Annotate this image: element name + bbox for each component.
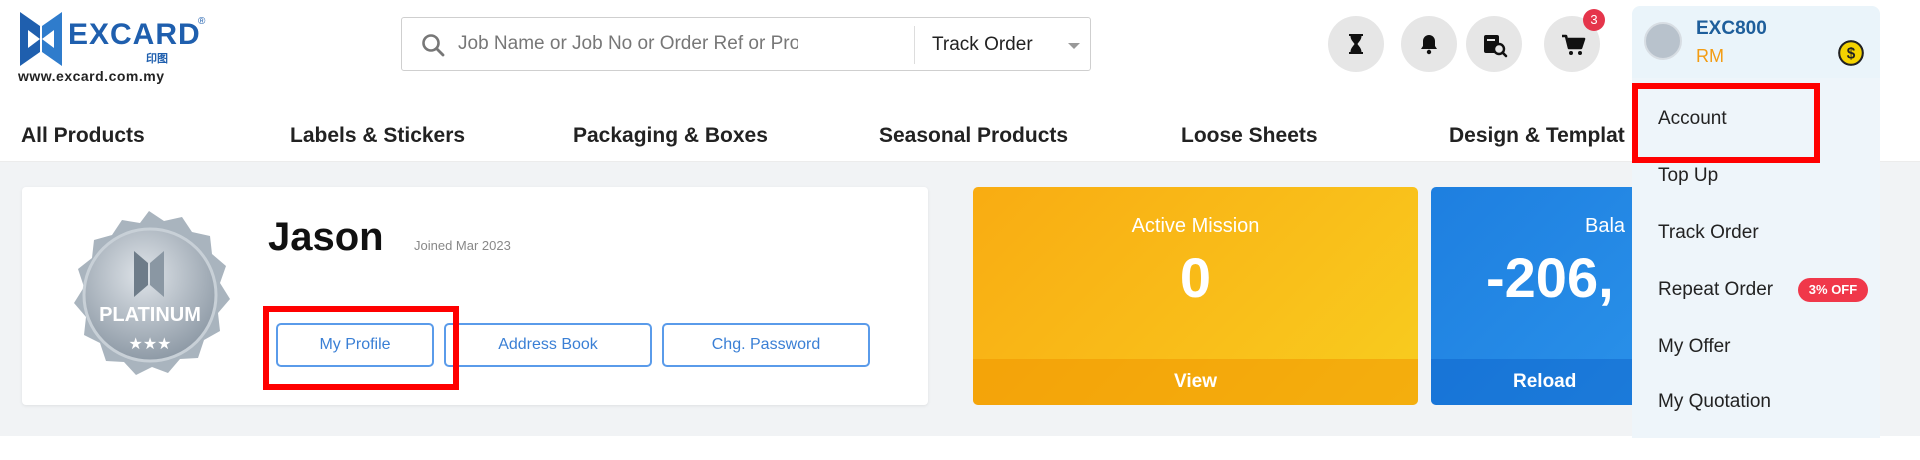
nav-item-labels-stickers[interactable]: Labels & Stickers	[290, 124, 465, 148]
search-divider	[914, 26, 915, 64]
chevron-down-icon[interactable]	[1068, 43, 1080, 49]
track-order-select[interactable]: Track Order	[932, 28, 1082, 62]
nav-item-packaging-boxes[interactable]: Packaging & Boxes	[573, 124, 768, 148]
avatar	[1644, 22, 1682, 60]
logo-chinese-text: 印图	[146, 53, 168, 65]
job-search-button[interactable]	[1466, 16, 1522, 72]
active-mission-title: Active Mission	[1131, 215, 1260, 237]
active-mission-value: 0	[1179, 246, 1212, 309]
notifications-button[interactable]	[1401, 16, 1457, 72]
highlight-my-profile	[263, 306, 459, 390]
highlight-account	[1632, 83, 1820, 163]
joined-date: Joined Mar 2023	[414, 238, 511, 253]
excard-logo[interactable]: EXCARD ® 印图 www.excard.com.my	[18, 10, 208, 84]
hourglass-icon	[1349, 34, 1363, 54]
logo-url: www.excard.com.my	[18, 68, 165, 84]
menu-item-my-offer[interactable]: My Offer	[1658, 336, 1731, 358]
badge-label: PLATINUM	[99, 304, 201, 326]
search-bar: Track Order	[401, 17, 1091, 71]
account-toggle[interactable]: EXC800 RM $	[1632, 6, 1880, 78]
bell-icon	[1421, 35, 1437, 55]
page: EXCARD ® 印图 www.excard.com.my Track Orde…	[0, 0, 1920, 460]
excard-logo-mark-icon	[20, 12, 62, 66]
menu-item-my-quotation[interactable]: My Quotation	[1658, 391, 1771, 413]
svg-text:$: $	[1847, 45, 1856, 62]
nav-item-all-products[interactable]: All Products	[21, 124, 145, 148]
cart-icon	[1562, 34, 1586, 55]
nav-item-loose-sheets[interactable]: Loose Sheets	[1181, 124, 1318, 148]
active-mission-tile: Active Mission 0 View	[973, 187, 1418, 405]
nav-item-seasonal-products[interactable]: Seasonal Products	[879, 124, 1068, 148]
platinum-medal-icon: PLATINUM ★★★	[74, 211, 230, 375]
address-book-button[interactable]: Address Book	[444, 323, 652, 367]
view-mission-button[interactable]: View	[973, 359, 1418, 405]
profile-card: PLATINUM ★★★ Jason Joined Mar 2023 My Pr…	[22, 187, 928, 405]
logo-brand: EXCARD	[68, 18, 201, 51]
search-icon	[422, 34, 445, 57]
menu-item-track-order[interactable]: Track Order	[1658, 222, 1759, 244]
account-id: EXC800	[1696, 18, 1767, 39]
logo-registered-mark: ®	[198, 16, 206, 27]
balance-value: -206,	[1486, 246, 1614, 309]
menu-item-repeat-order[interactable]: Repeat Order	[1658, 279, 1773, 301]
nav-item-design-templates[interactable]: Design & Templat	[1449, 124, 1625, 148]
svg-text:★★★: ★★★	[128, 334, 171, 353]
search-input[interactable]	[458, 26, 798, 62]
order-search-icon	[1484, 35, 1508, 58]
coin-icon: $	[1838, 40, 1864, 66]
cart-count-badge: 3	[1583, 9, 1605, 31]
change-password-button[interactable]: Chg. Password	[662, 323, 870, 367]
account-currency: RM	[1696, 46, 1724, 66]
balance-title: Bala	[1585, 215, 1626, 237]
profile-name: Jason	[268, 215, 384, 259]
discount-badge: 3% OFF	[1798, 278, 1868, 302]
recent-history-button[interactable]	[1328, 16, 1384, 72]
menu-item-top-up[interactable]: Top Up	[1658, 165, 1718, 187]
